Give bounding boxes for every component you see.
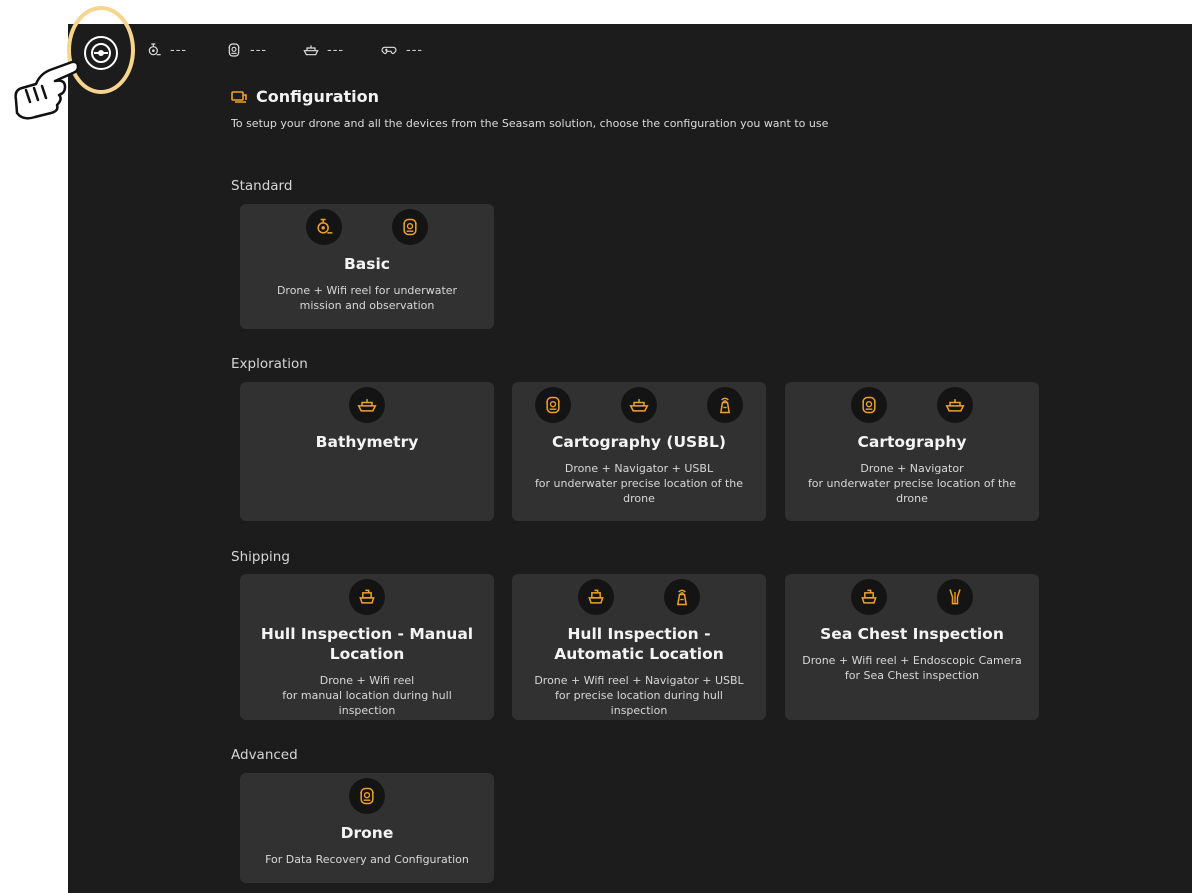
configuration-header: Configuration [231,87,379,106]
card-description: Drone + Wifi reel for manual location du… [282,674,452,717]
usbl-icon [715,395,735,415]
config-card-bathymetry[interactable]: Bathymetry [240,382,494,521]
pointing-hand-icon [14,60,80,120]
card-description: For Data Recovery and Configuration [265,853,469,866]
page-title: Configuration [256,87,380,106]
card-description: Drone + Wifi reel + Endoscopic Camera fo… [802,654,1022,682]
page-description: To setup your drone and all the devices … [231,117,829,130]
card-description: Drone + Navigator + USBL for underwater … [534,462,744,505]
status-bar: --- --- --- --- [68,24,1192,80]
endoscope-icon [945,587,965,607]
gamepad-icon [380,42,398,58]
boat-icon [303,42,319,58]
reel-icon [314,217,334,237]
config-card-hull-manual[interactable]: Hull Inspection - Manual Location Drone … [240,574,494,720]
reel-icon [146,42,162,58]
boat-icon [945,395,965,415]
configuration-screen: --- --- --- --- Configuration To setup y… [68,24,1192,893]
usbl-icon [672,587,692,607]
card-title: Hull Inspection - Automatic Location [554,625,724,663]
card-title: Cartography (USBL) [552,433,726,451]
card-description: Drone + Navigator for underwater precise… [807,462,1017,505]
card-title: Hull Inspection - Manual Location [260,625,474,663]
group-title-exploration: Exploration [231,356,308,372]
config-card-drone[interactable]: Drone For Data Recovery and Configuratio… [240,773,494,883]
ship-icon [357,587,377,607]
card-description: Drone + Wifi reel + Navigator + USBL for… [534,674,744,717]
group-title-standard: Standard [231,178,293,194]
drone-status-value: --- [250,42,268,58]
card-title: Cartography [857,433,967,451]
config-card-cartography-usbl[interactable]: Cartography (USBL) Drone + Navigator + U… [512,382,766,521]
config-card-basic[interactable]: Basic Drone + Wifi reel for underwater m… [240,204,494,329]
drone-icon [859,395,879,415]
config-card-cartography[interactable]: Cartography Drone + Navigator for underw… [785,382,1039,521]
card-title: Basic [343,255,390,273]
config-card-hull-automatic[interactable]: Hull Inspection - Automatic Location Dro… [512,574,766,720]
card-title: Drone [340,824,394,842]
card-title: Sea Chest Inspection [820,625,1004,643]
configuration-icon [231,90,247,103]
group-title-shipping: Shipping [231,549,290,565]
gamepad-status: --- [380,42,423,58]
gamepad-status-value: --- [406,42,424,58]
config-card-sea-chest[interactable]: Sea Chest Inspection Drone + Wifi reel +… [785,574,1039,720]
ship-icon [859,587,879,607]
drone-icon [357,786,377,806]
card-title: Bathymetry [315,433,419,451]
reel-status-value: --- [170,42,188,58]
drone-icon [400,217,420,237]
reel-status: --- [146,42,187,58]
drone-status: --- [226,42,267,58]
drone-icon [226,42,242,58]
boat-status: --- [303,42,344,58]
boat-icon [629,395,649,415]
ship-icon [586,587,606,607]
card-description: Drone + Wifi reel for underwater mission… [276,284,458,312]
boat-icon [357,395,377,415]
drone-icon [543,395,563,415]
boat-status-value: --- [327,42,345,58]
group-title-advanced: Advanced [231,747,298,763]
